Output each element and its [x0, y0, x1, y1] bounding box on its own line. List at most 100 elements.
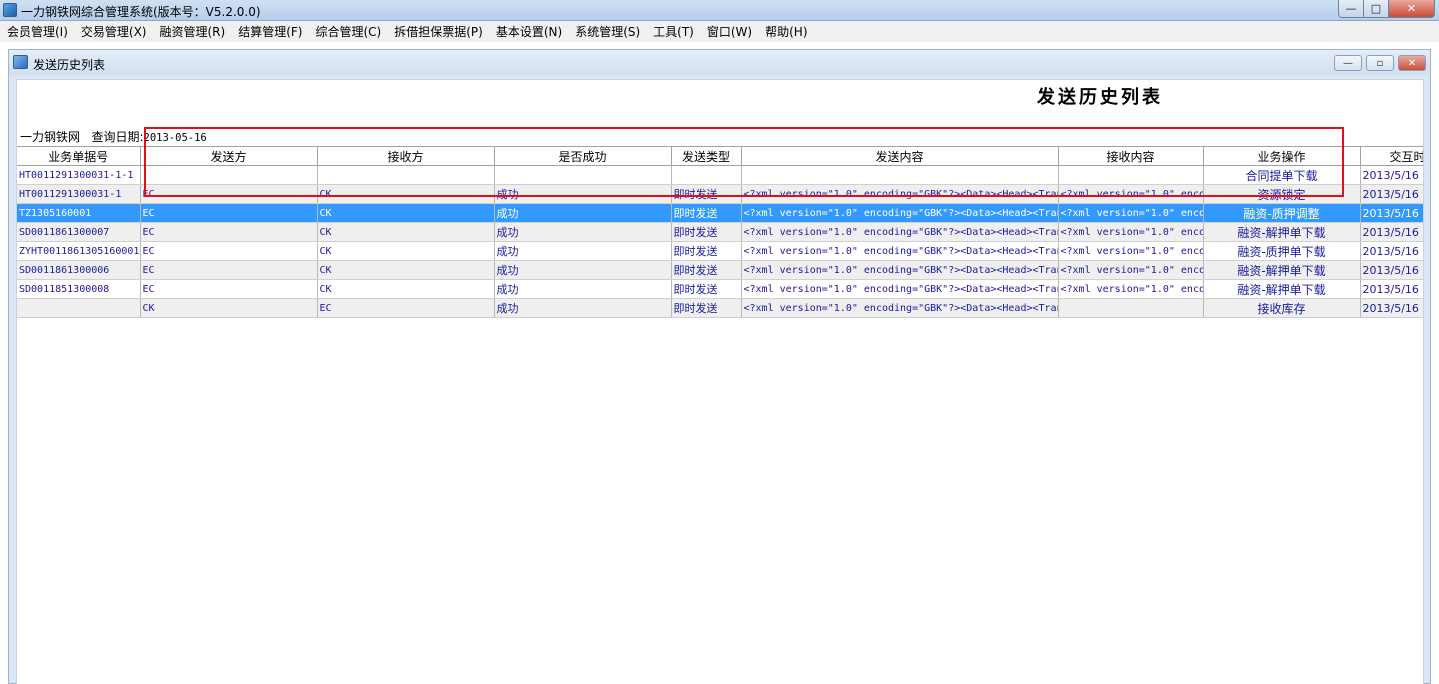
cell-doc-no: TZ1305160001: [17, 203, 141, 223]
cell-doc-no: SD0011851300008: [17, 279, 141, 299]
send-history-window: 发送历史列表 — ▫ ✕ 发送历史列表 一力钢铁网 查询日期:2013-05-1…: [8, 49, 1431, 684]
cell-receive-content: <?xml version="1.0" enco: [1058, 241, 1204, 261]
cell-exchange-time: 2013/5/16: [1360, 165, 1423, 185]
col-receiver[interactable]: 接收方: [317, 146, 495, 166]
cell-send-content: <?xml version="1.0" encoding="GBK"?><Dat…: [741, 222, 1059, 242]
cell-doc-no: HT0011291300031-1: [17, 184, 141, 204]
table-row[interactable]: SD0011851300008 EC CK 成功 即时发送 <?xml vers…: [17, 279, 1423, 299]
cell-business-op: 融资-解押单下载: [1203, 222, 1361, 242]
cell-send-type: 即时发送: [671, 203, 742, 223]
menu-general[interactable]: 综合管理(C): [308, 23, 387, 40]
cell-receive-content: [1058, 298, 1204, 318]
cell-sender: [140, 165, 318, 185]
table-row[interactable]: SD0011861300006 EC CK 成功 即时发送 <?xml vers…: [17, 260, 1423, 280]
cell-send-type: 即时发送: [671, 241, 742, 261]
menu-trade[interactable]: 交易管理(X): [74, 23, 153, 40]
menu-basic-settings[interactable]: 基本设置(N): [489, 23, 568, 40]
table-row[interactable]: CK EC 成功 即时发送 <?xml version="1.0" encodi…: [17, 298, 1423, 318]
col-doc-no[interactable]: 业务单据号: [17, 146, 141, 166]
cell-success: 成功: [494, 298, 672, 318]
cell-business-op: 合同提单下载: [1203, 165, 1361, 185]
app-logo-icon: [3, 3, 17, 17]
cell-send-type: [671, 165, 742, 185]
child-restore-button[interactable]: ▫: [1366, 55, 1394, 71]
menu-settlement[interactable]: 结算管理(F): [231, 23, 308, 40]
col-send-type[interactable]: 发送类型: [671, 146, 742, 166]
cell-send-type: 即时发送: [671, 279, 742, 299]
app-title: 一力钢铁网综合管理系统(版本号：V5.2.0.0): [21, 5, 261, 19]
cell-receiver: CK: [317, 184, 495, 204]
cell-sender: EC: [140, 222, 318, 242]
menu-window[interactable]: 窗口(W): [700, 23, 758, 40]
window-icon: [13, 55, 28, 69]
col-receive-content[interactable]: 接收内容: [1058, 146, 1204, 166]
cell-receive-content: <?xml version="1.0" enco: [1058, 260, 1204, 280]
table-row[interactable]: ZYHT0011861305160001 EC CK 成功 即时发送 <?xml…: [17, 241, 1423, 261]
child-minimize-button[interactable]: —: [1334, 55, 1362, 71]
cell-send-content: <?xml version="1.0" encoding="GBK"?><Dat…: [741, 298, 1059, 318]
table-row[interactable]: HT0011291300031-1-1 合同提单下载 2013/5/16: [17, 165, 1423, 185]
table-row[interactable]: SD0011861300007 EC CK 成功 即时发送 <?xml vers…: [17, 222, 1423, 242]
col-exchange-time[interactable]: 交互时: [1360, 146, 1423, 166]
cell-receiver: CK: [317, 241, 495, 261]
child-close-button[interactable]: ✕: [1398, 55, 1426, 71]
cell-sender: CK: [140, 298, 318, 318]
col-success[interactable]: 是否成功: [494, 146, 672, 166]
cell-receiver: CK: [317, 203, 495, 223]
child-titlebar: 发送历史列表 — ▫ ✕: [9, 50, 1430, 75]
col-sender[interactable]: 发送方: [140, 146, 318, 166]
cell-send-content: <?xml version="1.0" encoding="GBK"?><Dat…: [741, 260, 1059, 280]
cell-sender: EC: [140, 260, 318, 280]
cell-sender: EC: [140, 184, 318, 204]
child-window-title: 发送历史列表: [33, 58, 106, 72]
query-date: 2013-05-16: [143, 132, 207, 144]
cell-receiver: CK: [317, 279, 495, 299]
cell-doc-no: HT0011291300031-1-1: [17, 165, 141, 185]
maximize-button[interactable]: □: [1364, 0, 1389, 18]
table-row-selected[interactable]: TZ1305160001 EC CK 成功 即时发送 <?xml version…: [17, 203, 1423, 223]
cell-business-op: 融资-解押单下载: [1203, 260, 1361, 280]
col-send-content[interactable]: 发送内容: [741, 146, 1059, 166]
app-titlebar: 一力钢铁网综合管理系统(版本号：V5.2.0.0) — □ ✕: [0, 0, 1439, 21]
cell-receiver: EC: [317, 298, 495, 318]
cell-send-content: <?xml version="1.0" encoding="GBK"?><Dat…: [741, 203, 1059, 223]
menu-member[interactable]: 会员管理(I): [0, 23, 74, 40]
cell-send-content: <?xml version="1.0" encoding="GBK"?><Dat…: [741, 184, 1059, 204]
cell-receive-content: <?xml version="1.0" enco: [1058, 279, 1204, 299]
cell-doc-no: SD0011861300007: [17, 222, 141, 242]
cell-sender: EC: [140, 203, 318, 223]
child-window-controls: — ▫ ✕: [1334, 55, 1426, 71]
menu-loan[interactable]: 拆借担保票据(P): [387, 23, 489, 40]
menu-system[interactable]: 系统管理(S): [568, 23, 646, 40]
cell-receiver: CK: [317, 222, 495, 242]
minimize-button[interactable]: —: [1338, 0, 1364, 18]
cell-send-type: 即时发送: [671, 184, 742, 204]
menu-bar: 会员管理(I) 交易管理(X) 融资管理(R) 结算管理(F) 综合管理(C) …: [0, 21, 1439, 42]
cell-success: 成功: [494, 203, 672, 223]
cell-doc-no: SD0011861300006: [17, 260, 141, 280]
cell-success: [494, 165, 672, 185]
col-business-op[interactable]: 业务操作: [1203, 146, 1361, 166]
cell-exchange-time: 2013/5/16: [1360, 184, 1423, 204]
cell-send-content: <?xml version="1.0" encoding="GBK"?><Dat…: [741, 241, 1059, 261]
company-name: 一力钢铁网: [20, 130, 81, 144]
cell-exchange-time: 2013/5/16: [1360, 260, 1423, 280]
cell-success: 成功: [494, 279, 672, 299]
cell-receiver: CK: [317, 260, 495, 280]
cell-receive-content: <?xml version="1.0" enco: [1058, 222, 1204, 242]
cell-exchange-time: 2013/5/16: [1360, 298, 1423, 318]
cell-business-op: 融资-解押单下载: [1203, 279, 1361, 299]
menu-help[interactable]: 帮助(H): [758, 23, 813, 40]
menu-tools[interactable]: 工具(T): [646, 23, 700, 40]
cell-sender: EC: [140, 241, 318, 261]
close-button[interactable]: ✕: [1389, 0, 1435, 18]
cell-exchange-time: 2013/5/16: [1360, 203, 1423, 223]
cell-business-op: 接收库存: [1203, 298, 1361, 318]
table-row[interactable]: HT0011291300031-1 EC CK 成功 即时发送 <?xml ve…: [17, 184, 1423, 204]
window-controls: — □ ✕: [1338, 0, 1435, 18]
menu-finance[interactable]: 融资管理(R): [153, 23, 232, 40]
cell-send-type: 即时发送: [671, 222, 742, 242]
report-area: 发送历史列表 一力钢铁网 查询日期:2013-05-16 业务单据号 发送方 接…: [16, 79, 1424, 684]
date-label: 查询日期:: [91, 130, 144, 144]
send-history-table: 业务单据号 发送方 接收方 是否成功 发送类型 发送内容 接收内容 业务操作 交…: [17, 146, 1423, 318]
